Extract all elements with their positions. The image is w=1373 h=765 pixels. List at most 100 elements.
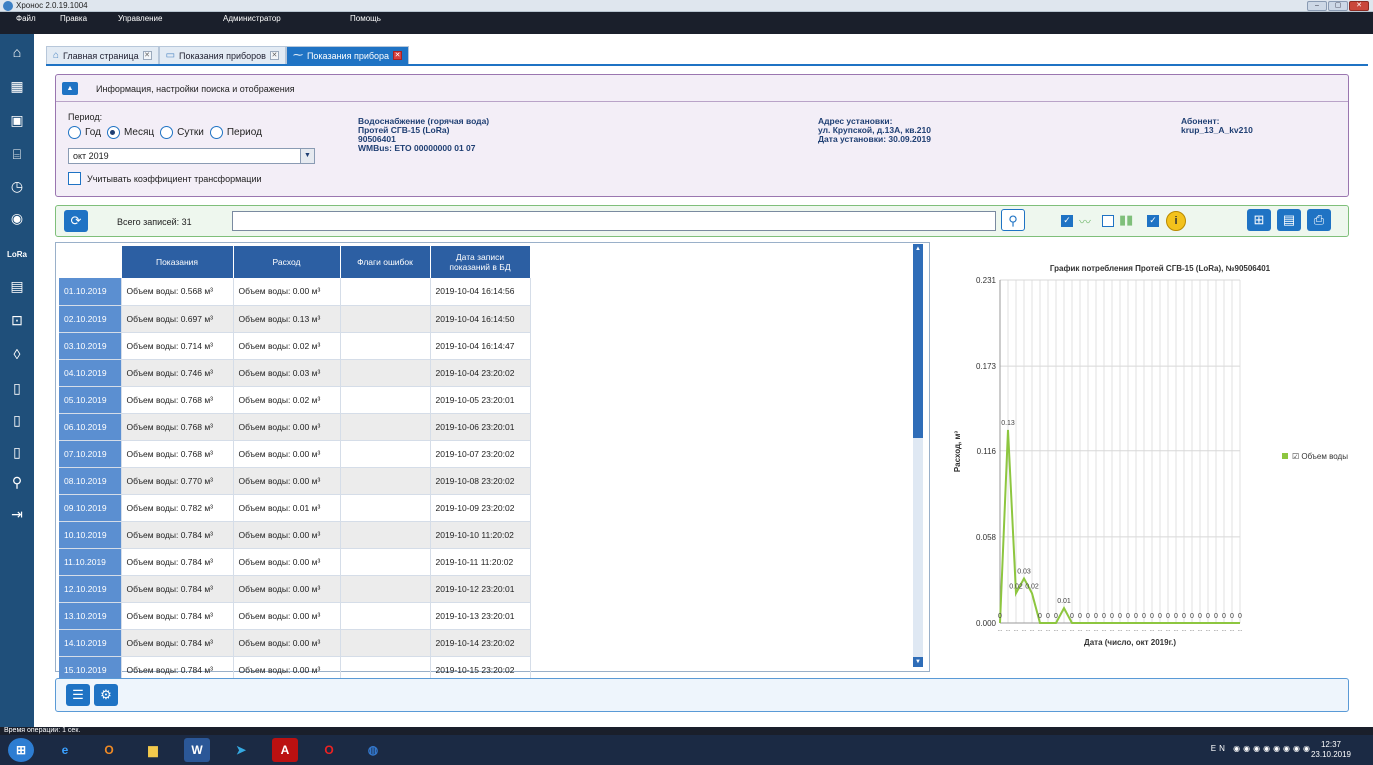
table-row[interactable]: 08.10.2019 Объем воды: 0.770 м³ Объем воды… (59, 467, 531, 495)
table-row[interactable]: 11.10.2019 Объем воды: 0.784 м³ Объем воды… (59, 548, 531, 576)
month-select[interactable]: окт 2019 ▼ (68, 148, 315, 164)
print-button[interactable]: ⎙ (1307, 209, 1331, 231)
transform-coef-checkbox[interactable] (68, 172, 81, 185)
opera-icon[interactable]: O (316, 738, 342, 762)
error-flags-cell (340, 359, 431, 387)
search-button[interactable]: ⚲ (1001, 209, 1025, 231)
tab-device-readings[interactable]: ▭ Показания приборов ✕ (158, 46, 286, 64)
document-icon[interactable]: ▯ (7, 442, 27, 462)
report-clock-icon[interactable]: ▤ (7, 276, 27, 296)
info-checkbox[interactable]: ✓ (1147, 215, 1159, 227)
search-input[interactable] (232, 211, 996, 231)
refresh-button[interactable]: ⟳ (64, 210, 88, 232)
clock[interactable]: 12:37 23.10.2019 (1311, 740, 1351, 760)
db-date-cell: 2019-10-11 11:20:02 (430, 548, 531, 576)
table-row[interactable]: 01.10.2019 Объем воды: 0.568 м³ Объем воды… (59, 278, 531, 306)
data-label: 0 (1150, 613, 1154, 620)
scroll-down-icon[interactable]: ▼ (913, 657, 923, 667)
radio-period[interactable] (209, 126, 223, 139)
tab-home[interactable]: ⌂ Главная страница ✕ (46, 46, 159, 64)
scroll-up-icon[interactable]: ▲ (913, 244, 923, 254)
db-date-cell: 2019-10-05 23:20:01 (430, 386, 531, 414)
telegram-icon[interactable]: ➤ (228, 738, 254, 762)
bar-chart-checkbox[interactable] (1102, 215, 1114, 227)
document-icon[interactable]: ▯ (7, 378, 27, 398)
db-date-cell: 2019-10-04 16:14:56 (430, 278, 531, 306)
table-row[interactable]: 05.10.2019 Объем воды: 0.768 м³ Объем воды… (59, 386, 531, 414)
close-tab-icon[interactable]: ✕ (142, 51, 152, 60)
folder-icon[interactable]: ▆ (140, 738, 166, 762)
outlook-icon[interactable]: O (96, 738, 122, 762)
close-button[interactable]: ✕ (1349, 1, 1369, 11)
radio-day[interactable] (160, 126, 174, 139)
col-error-flags[interactable]: Флаги ошибок (340, 246, 431, 278)
start-icon[interactable]: ⊞ (8, 738, 34, 762)
x-tick-label: ... (1037, 627, 1042, 633)
data-label: 0 (1174, 613, 1178, 620)
menu-admin[interactable]: Администратор (223, 14, 281, 23)
device-info: Водоснабжение (горячая вода) Протей СГВ-… (358, 117, 489, 153)
maximize-button[interactable]: ▢ (1328, 1, 1348, 11)
globe-icon[interactable]: ◍ (360, 738, 386, 762)
menu-manage[interactable]: Управление (118, 14, 162, 23)
col-db-date[interactable]: Дата записи показаний в БД (430, 246, 531, 278)
table-row[interactable]: 12.10.2019 Объем воды: 0.784 м³ Объем воды… (59, 575, 531, 603)
pdf-icon[interactable]: A (272, 738, 298, 762)
menu-help[interactable]: Помощь (350, 14, 381, 23)
document-icon[interactable]: ▯ (7, 410, 27, 430)
x-tick-label: ... (1221, 627, 1226, 633)
building-icon[interactable]: ⌸ (7, 144, 27, 164)
radio-year[interactable] (68, 126, 81, 139)
counter-icon[interactable]: ▦ (7, 76, 27, 96)
list-view-button[interactable]: ☰ (66, 684, 90, 706)
id-icon[interactable]: ⊡ (7, 310, 27, 330)
table-row[interactable]: 06.10.2019 Объем воды: 0.768 м³ Объем воды… (59, 413, 531, 441)
meter-icon[interactable]: ▣ (7, 110, 27, 130)
lora-icon[interactable]: LoRa (7, 244, 27, 264)
data-label: 0 (1046, 613, 1050, 620)
water-drop-icon[interactable]: ◊ (7, 344, 27, 364)
table-row[interactable]: 13.10.2019 Объем воды: 0.784 м³ Объем воды… (59, 602, 531, 630)
info-icon[interactable]: i (1166, 211, 1186, 231)
data-label: 0 (1094, 613, 1098, 620)
table-row[interactable]: 04.10.2019 Объем воды: 0.746 м³ Объем воды… (59, 359, 531, 387)
ie-icon[interactable]: e (52, 738, 78, 762)
table-row[interactable]: 03.10.2019 Объем воды: 0.714 м³ Объем воды… (59, 332, 531, 360)
word-icon[interactable]: W (184, 738, 210, 762)
gauge-icon[interactable]: ◷ (7, 176, 27, 196)
col-consumption[interactable]: Расход (233, 246, 341, 278)
close-tab-icon[interactable]: ✕ (393, 51, 403, 60)
table-row[interactable]: 10.10.2019 Объем воды: 0.784 м³ Объем воды… (59, 521, 531, 549)
sensor-icon[interactable]: ◉ (7, 208, 27, 228)
scroll-thumb[interactable] (913, 254, 923, 438)
data-label: 0 (1182, 613, 1186, 620)
close-tab-icon[interactable]: ✕ (269, 51, 279, 60)
table-scrollbar[interactable]: ▲ ▼ (913, 244, 923, 667)
table-row[interactable]: 02.10.2019 Объем воды: 0.697 м³ Объем воды… (59, 305, 531, 333)
minimize-button[interactable]: – (1307, 1, 1327, 11)
table-row[interactable]: 09.10.2019 Объем воды: 0.782 м³ Объем воды… (59, 494, 531, 522)
logout-icon[interactable]: ⇥ (7, 504, 27, 524)
db-date-cell: 2019-10-07 23:20:02 (430, 440, 531, 468)
save-button[interactable]: ▤ (1277, 209, 1301, 231)
settings-button[interactable]: ⚙ (94, 684, 118, 706)
show-chart-checkbox[interactable]: ✓ (1061, 215, 1073, 227)
table-row[interactable]: 07.10.2019 Объем воды: 0.768 м³ Объем воды… (59, 440, 531, 468)
language-indicator[interactable]: EN (1211, 744, 1228, 753)
y-axis-label: Расход, м³ (953, 431, 962, 472)
menu-file[interactable]: Файл (16, 14, 36, 23)
x-tick-label: ... (1133, 627, 1138, 633)
data-label: 0 (1198, 613, 1202, 620)
chevron-down-icon[interactable]: ▼ (300, 149, 314, 163)
consumption-cell: Объем воды: 0.00 м³ (233, 440, 341, 468)
export-excel-button[interactable]: ⊞ (1247, 209, 1271, 231)
radio-month[interactable] (106, 126, 120, 139)
table-row[interactable]: 14.10.2019 Объем воды: 0.784 м³ Объем воды… (59, 629, 531, 657)
menu-edit[interactable]: Правка (60, 14, 87, 23)
home-icon[interactable]: ⌂ (7, 42, 27, 62)
tab-device-reading[interactable]: ⁓ Показания прибора ✕ (285, 46, 410, 64)
search-icon[interactable]: ⚲ (7, 472, 27, 492)
corner-cell (59, 246, 122, 278)
col-readings[interactable]: Показания (121, 246, 234, 278)
collapse-button[interactable]: ▲ (62, 82, 78, 95)
